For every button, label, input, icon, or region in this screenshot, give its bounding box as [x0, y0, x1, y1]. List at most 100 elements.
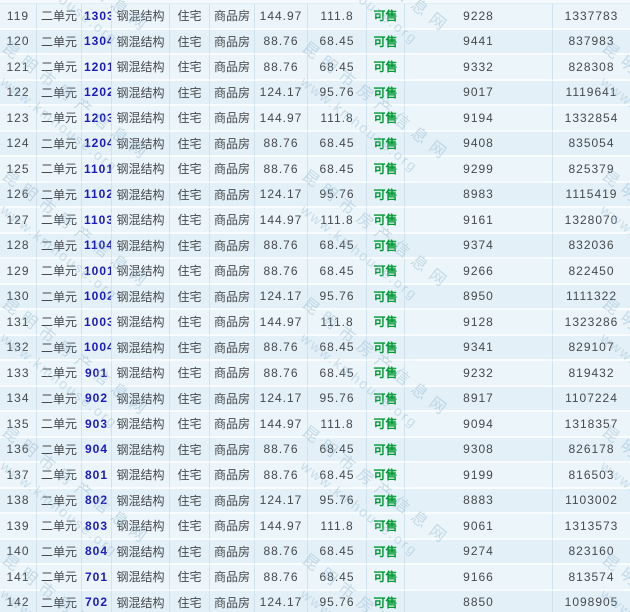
room-number-link[interactable]: 1103	[84, 213, 112, 227]
room-number-link[interactable]: 1303	[84, 9, 112, 23]
use-label: 住宅	[177, 366, 201, 380]
room-number-link[interactable]: 904	[85, 442, 108, 456]
use-label: 住宅	[177, 315, 201, 329]
category-label-cell: 商品房	[210, 259, 255, 285]
unit-label: 二单元	[41, 162, 77, 176]
area-total-value: 144.97	[260, 315, 303, 329]
unit-label: 二单元	[41, 570, 77, 584]
category-label-cell: 商品房	[210, 412, 255, 438]
room-number-link[interactable]: 702	[85, 595, 108, 609]
total-price-value-cell: 837983	[553, 30, 630, 56]
room-number-link[interactable]: 1001	[84, 264, 112, 278]
use-label-cell: 住宅	[170, 183, 210, 209]
room-number-link[interactable]: 1004	[84, 340, 112, 354]
total-price-value-cell: 826178	[553, 438, 630, 464]
area-inner-value: 68.45	[319, 544, 354, 558]
room-number-link[interactable]: 1203	[84, 111, 112, 125]
structure-label: 钢混结构	[116, 188, 164, 202]
structure-label-cell: 钢混结构	[112, 514, 170, 540]
room-number-link[interactable]: 1102	[84, 187, 112, 201]
use-label-cell: 住宅	[170, 463, 210, 489]
area-inner-value: 68.45	[319, 366, 354, 380]
unit-price-value-cell: 9199	[405, 463, 553, 489]
row-index-cell: 119	[0, 4, 37, 30]
category-label: 商品房	[214, 417, 250, 431]
structure-label: 钢混结构	[116, 264, 164, 278]
status-badge-cell: 可售	[367, 183, 405, 209]
room-number-link[interactable]: 803	[85, 519, 108, 533]
area-inner-value-cell: 111.8	[308, 412, 367, 438]
area-total-value: 88.76	[263, 238, 298, 252]
room-number-link[interactable]: 1002	[84, 289, 112, 303]
row-index: 132	[6, 340, 29, 354]
status-badge: 可售	[373, 315, 397, 329]
structure-label-cell: 钢混结构	[112, 132, 170, 158]
total-price-value-cell: 835054	[553, 132, 630, 158]
total-price-value-cell: 825379	[553, 157, 630, 183]
structure-label-cell: 钢混结构	[112, 183, 170, 209]
unit-label-cell: 二单元	[37, 208, 82, 234]
area-inner-value-cell: 68.45	[308, 55, 367, 81]
area-total-value-cell: 88.76	[255, 30, 308, 56]
use-label: 住宅	[177, 596, 201, 610]
status-badge: 可售	[373, 443, 397, 457]
room-number-link[interactable]: 701	[85, 570, 108, 584]
unit-price-value-cell: 9228	[405, 4, 553, 30]
status-badge: 可售	[373, 545, 397, 559]
row-index-cell: 129	[0, 259, 37, 285]
room-number-link[interactable]: 901	[85, 366, 108, 380]
structure-label: 钢混结构	[116, 86, 164, 100]
status-badge-cell: 可售	[367, 259, 405, 285]
use-label: 住宅	[177, 494, 201, 508]
room-number-link[interactable]: 1204	[84, 136, 112, 150]
total-price-value-cell: 829107	[553, 336, 630, 362]
category-label: 商品房	[214, 264, 250, 278]
use-label-cell: 住宅	[170, 259, 210, 285]
room-number-link[interactable]: 1003	[84, 315, 112, 329]
area-inner-value: 111.8	[320, 111, 353, 125]
unit-price-value: 9228	[463, 9, 494, 23]
row-index: 119	[7, 9, 29, 23]
status-badge-cell: 可售	[367, 565, 405, 591]
use-label-cell: 住宅	[170, 285, 210, 311]
room-number-link[interactable]: 804	[85, 544, 108, 558]
row-index: 142	[6, 595, 29, 609]
row-index-cell: 140	[0, 540, 37, 566]
unit-label-cell: 二单元	[37, 157, 82, 183]
unit-price-value: 9341	[463, 340, 494, 354]
row-index: 124	[6, 136, 29, 150]
structure-label-cell: 钢混结构	[112, 489, 170, 515]
area-total-value-cell: 124.17	[255, 387, 308, 413]
room-number-link[interactable]: 1101	[84, 162, 112, 176]
unit-label-cell: 二单元	[37, 30, 82, 56]
room-number-link[interactable]: 1104	[84, 238, 112, 252]
area-total-value-cell: 88.76	[255, 540, 308, 566]
category-label: 商品房	[214, 111, 250, 125]
room-number-link[interactable]: 1201	[84, 60, 112, 74]
room-number-link[interactable]: 801	[85, 468, 108, 482]
unit-price-value-cell: 9299	[405, 157, 553, 183]
area-inner-value-cell: 68.45	[308, 463, 367, 489]
use-label-cell: 住宅	[170, 361, 210, 387]
room-number-link[interactable]: 1202	[84, 85, 112, 99]
total-price-value-cell: 822450	[553, 259, 630, 285]
room-number-link[interactable]: 902	[85, 391, 108, 405]
unit-price-value: 9166	[463, 570, 494, 584]
area-total-value-cell: 124.17	[255, 285, 308, 311]
room-number-link[interactable]: 1304	[84, 34, 112, 48]
row-index: 131	[6, 315, 29, 329]
area-inner-value-cell: 68.45	[308, 157, 367, 183]
area-inner-value-cell: 68.45	[308, 30, 367, 56]
row-index: 122	[6, 85, 29, 99]
room-number-link[interactable]: 903	[85, 417, 108, 431]
total-price-value: 1098905	[565, 595, 619, 609]
structure-label-cell: 钢混结构	[112, 4, 170, 30]
row-index: 136	[6, 442, 29, 456]
area-total-value: 124.17	[260, 187, 303, 201]
category-label: 商品房	[214, 162, 250, 176]
unit-price-value-cell: 9161	[405, 208, 553, 234]
row-index: 135	[6, 417, 29, 431]
table-row: 135二单元903钢混结构住宅商品房144.97111.8可售909413183…	[0, 412, 630, 438]
room-number-link[interactable]: 802	[85, 493, 108, 507]
room-number-link-cell: 1003	[82, 310, 112, 336]
